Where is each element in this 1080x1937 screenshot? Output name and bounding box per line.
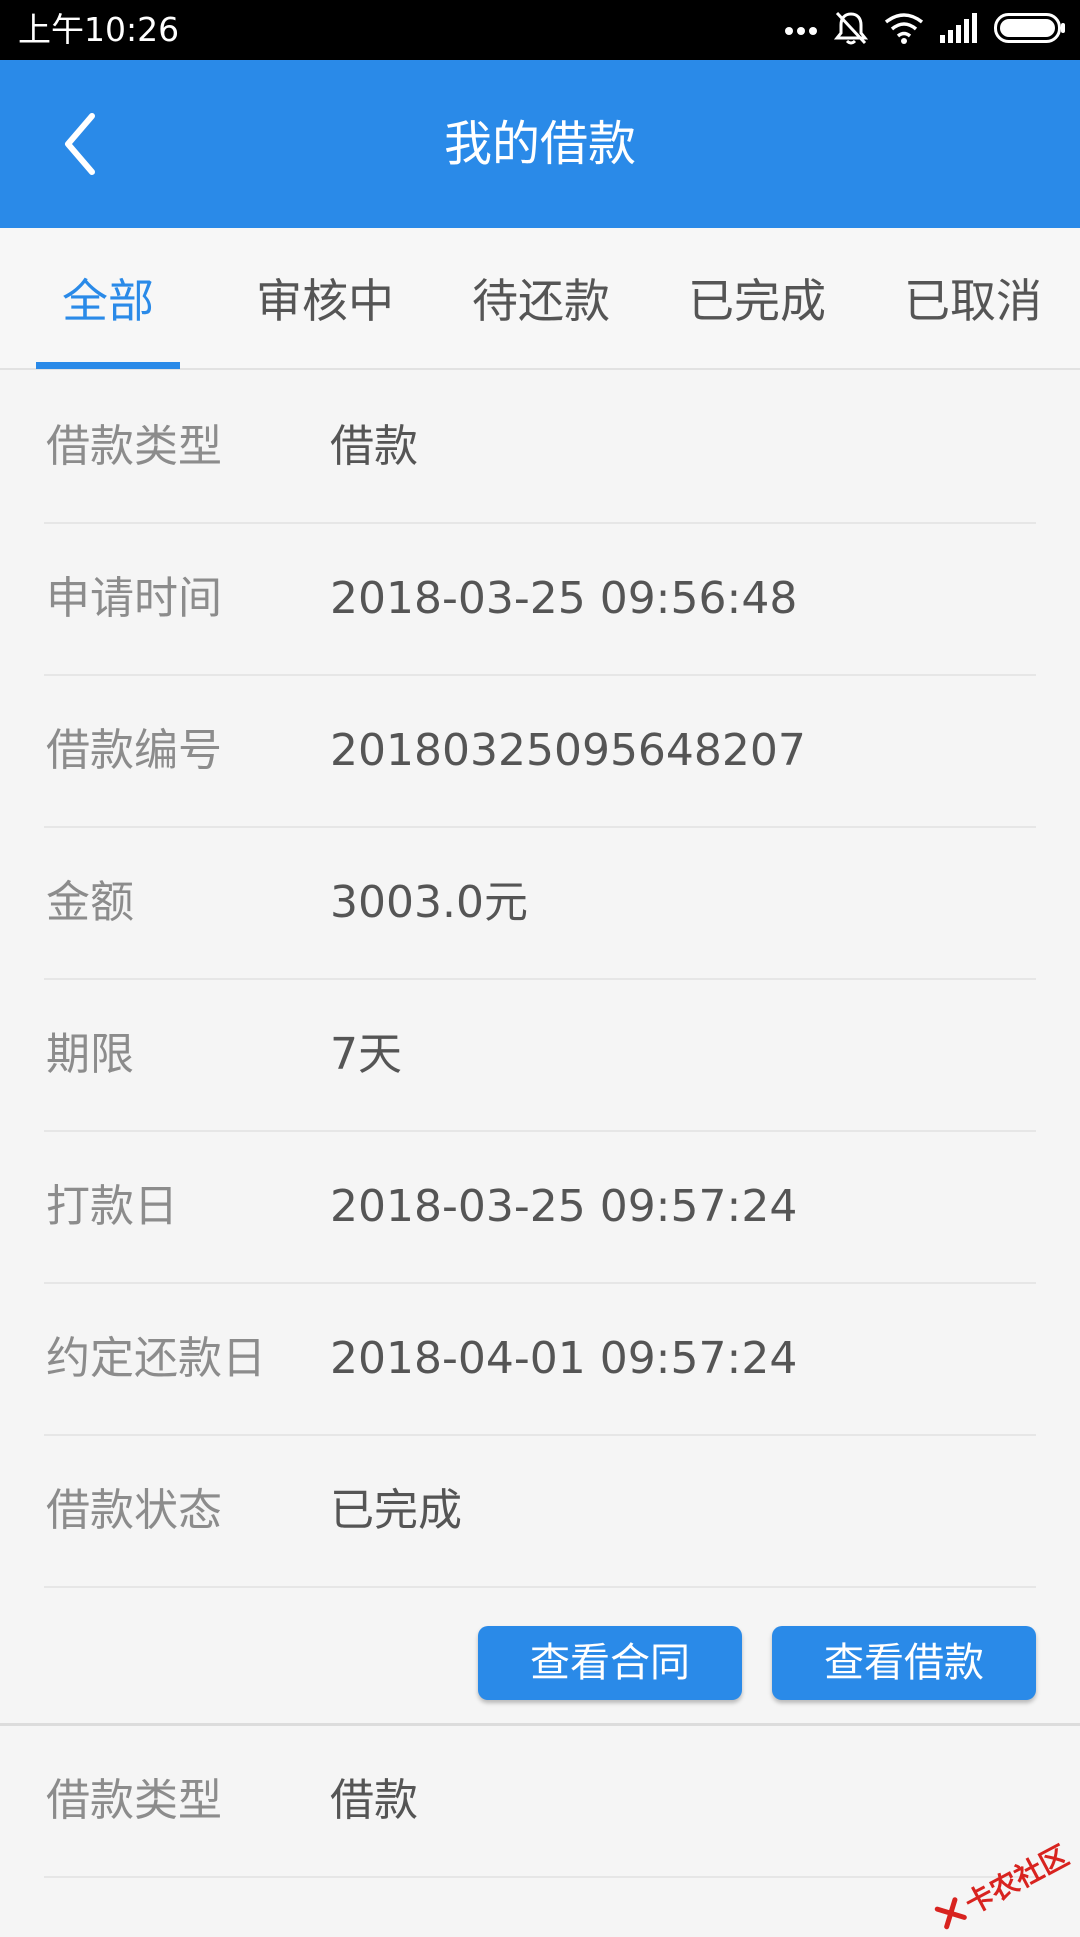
tab-cancelled[interactable]: 已取消 xyxy=(888,228,1058,368)
tab-indicator xyxy=(36,362,180,369)
tab-completed[interactable]: 已完成 xyxy=(672,228,842,368)
payout-date-row: 打款日 2018-03-25 09:57:24 xyxy=(44,1132,1036,1284)
loan-number-row: 借款编号 20180325095648207 xyxy=(44,676,1036,828)
loan-status-row: 借款状态 已完成 xyxy=(44,1436,1036,1588)
row-value: 2018-03-25 09:56:48 xyxy=(330,524,797,674)
row-value: 2018-03-25 09:57:24 xyxy=(330,1132,797,1282)
row-value: 已完成 xyxy=(330,1436,462,1586)
wifi-icon xyxy=(884,12,924,48)
app-bar: 我的借款 xyxy=(0,60,1080,228)
loan-type-row: 借款类型 借款 xyxy=(44,1726,1036,1878)
row-value: 借款 xyxy=(330,1726,418,1876)
row-value: 3003.0元 xyxy=(330,828,528,978)
more-dots-icon xyxy=(784,21,818,40)
row-label: 申请时间 xyxy=(46,524,222,674)
row-value: 7天 xyxy=(330,980,402,1130)
status-bar: 上午10:26 xyxy=(0,0,1080,60)
row-value: 借款 xyxy=(330,372,418,522)
row-label: 打款日 xyxy=(46,1132,178,1282)
loan-actions: 查看合同 查看借款 xyxy=(0,1588,1080,1726)
row-label: 借款编号 xyxy=(46,676,222,826)
loan-list: 借款类型 借款 申请时间 2018-03-25 09:56:48 借款编号 20… xyxy=(0,372,1080,1878)
view-contract-button[interactable]: 查看合同 xyxy=(478,1626,742,1700)
back-button[interactable] xyxy=(52,106,128,182)
tab-pending-repayment[interactable]: 待还款 xyxy=(456,228,626,368)
amount-row: 金额 3003.0元 xyxy=(44,828,1036,980)
row-label: 借款类型 xyxy=(46,1726,222,1876)
loan-card: 借款类型 借款 xyxy=(0,1726,1080,1878)
row-label: 期限 xyxy=(46,980,134,1130)
battery-icon xyxy=(994,13,1066,47)
view-loan-button[interactable]: 查看借款 xyxy=(772,1626,1036,1700)
row-label: 约定还款日 xyxy=(46,1284,266,1434)
row-value: 20180325095648207 xyxy=(330,676,806,826)
loan-card: 借款类型 借款 申请时间 2018-03-25 09:56:48 借款编号 20… xyxy=(0,372,1080,1726)
row-label: 借款类型 xyxy=(46,372,222,522)
row-label: 借款状态 xyxy=(46,1436,222,1586)
status-time: 上午10:26 xyxy=(18,8,179,52)
signal-icon xyxy=(940,13,978,47)
back-arrow-icon xyxy=(52,106,128,182)
loan-type-row: 借款类型 借款 xyxy=(44,372,1036,524)
row-value: 2018-04-01 09:57:24 xyxy=(330,1284,797,1434)
row-label: 金额 xyxy=(46,828,134,978)
mute-bell-icon xyxy=(834,10,868,50)
term-row: 期限 7天 xyxy=(44,980,1036,1132)
tab-reviewing[interactable]: 审核中 xyxy=(240,228,410,368)
tab-all[interactable]: 全部 xyxy=(36,228,180,368)
due-date-row: 约定还款日 2018-04-01 09:57:24 xyxy=(44,1284,1036,1436)
page-title: 我的借款 xyxy=(0,60,1080,228)
apply-time-row: 申请时间 2018-03-25 09:56:48 xyxy=(44,524,1036,676)
status-icons xyxy=(784,10,1066,50)
status-tabs: 全部 审核中 待还款 已完成 已取消 xyxy=(0,228,1080,370)
